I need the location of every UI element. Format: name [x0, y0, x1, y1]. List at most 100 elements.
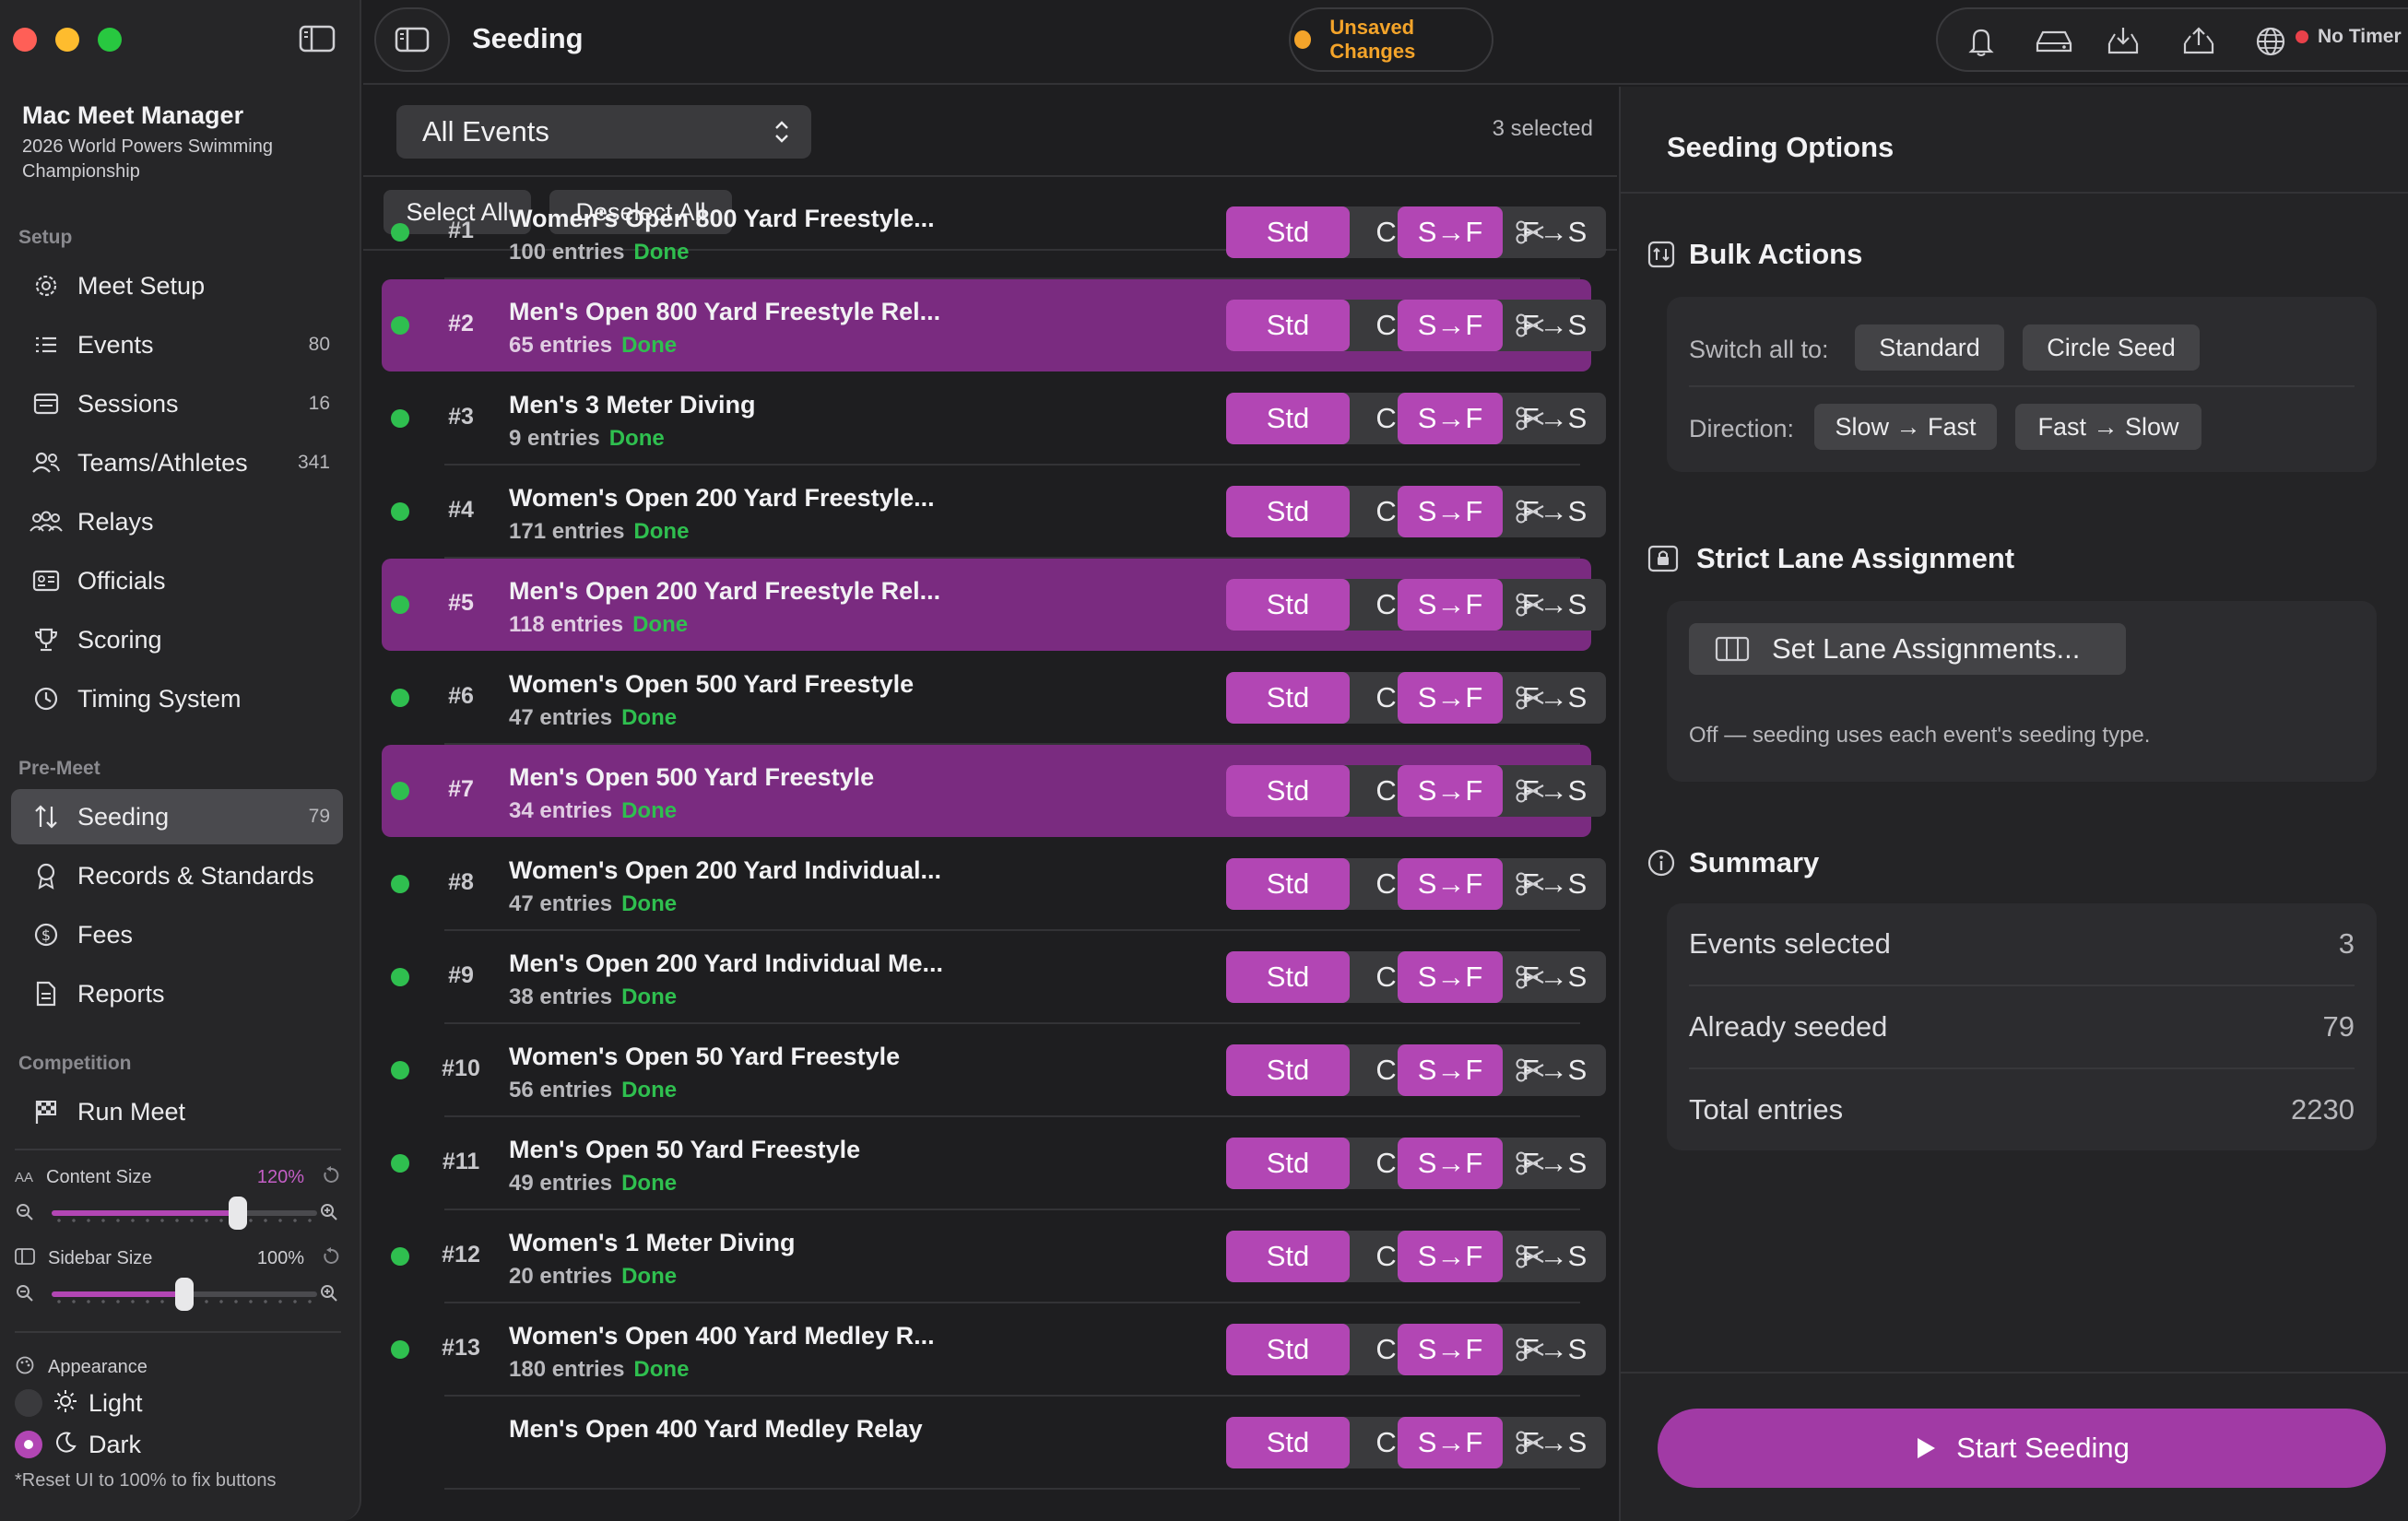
sidebar-item-records-standards[interactable]: Records & Standards	[11, 848, 343, 903]
content-size-slider[interactable]	[15, 1197, 341, 1230]
unsaved-changes-badge[interactable]: Unsaved Changes	[1289, 7, 1493, 72]
sidebar-item-timing-system[interactable]: Timing System	[11, 671, 343, 726]
seeding-direction-toggle[interactable]: S→F F→S	[1398, 1044, 1606, 1096]
seeding-direction-toggle[interactable]: S→F F→S	[1398, 486, 1606, 537]
scissors-icon[interactable]	[1514, 588, 1547, 621]
event-row[interactable]: #8 Women's Open 200 Yard Individual... 47 …	[382, 838, 1606, 931]
slow-to-fast-option[interactable]: S→F	[1398, 765, 1503, 817]
std-option[interactable]: Std	[1226, 765, 1350, 817]
seeding-direction-toggle[interactable]: S→F F→S	[1398, 579, 1606, 631]
scissors-icon[interactable]	[1514, 1426, 1547, 1459]
zoom-out-icon[interactable]	[15, 1283, 35, 1308]
slow-to-fast-option[interactable]: S→F	[1398, 1138, 1503, 1189]
disk-drive-icon[interactable]	[2030, 22, 2078, 61]
slow-to-fast-option[interactable]: S→F	[1398, 1417, 1503, 1468]
zoom-in-icon[interactable]	[319, 1283, 339, 1308]
event-row[interactable]: #4 Women's Open 200 Yard Freestyle... 171 …	[382, 466, 1606, 559]
dark-radio[interactable]	[15, 1431, 42, 1458]
seeding-direction-toggle[interactable]: S→F F→S	[1398, 300, 1606, 351]
std-option[interactable]: Std	[1226, 579, 1350, 631]
zoom-out-icon[interactable]	[15, 1202, 35, 1227]
scissors-icon[interactable]	[1514, 309, 1547, 342]
fast-to-slow-button[interactable]: Fast → Slow	[2015, 404, 2201, 450]
scissors-icon[interactable]	[1514, 216, 1547, 249]
slow-to-fast-option[interactable]: S→F	[1398, 206, 1503, 258]
export-tray-icon[interactable]	[2179, 22, 2218, 61]
appearance-dark-option[interactable]: Dark	[15, 1426, 141, 1463]
sidebar-item-seeding[interactable]: Seeding 79	[11, 789, 343, 844]
slow-to-fast-option[interactable]: S→F	[1398, 579, 1503, 631]
sidebar-size-slider[interactable]	[15, 1278, 341, 1311]
scissors-icon[interactable]	[1514, 961, 1547, 994]
event-row[interactable]: #12 Women's 1 Meter Diving 20 entries Done S…	[382, 1210, 1606, 1303]
seeding-direction-toggle[interactable]: S→F F→S	[1398, 951, 1606, 1003]
slow-to-fast-option[interactable]: S→F	[1398, 672, 1503, 724]
event-row[interactable]: #13 Women's Open 400 Yard Medley R... 180 …	[382, 1303, 1606, 1397]
seeding-direction-toggle[interactable]: S→F F→S	[1398, 858, 1606, 910]
scissors-icon[interactable]	[1514, 867, 1547, 901]
std-option[interactable]: Std	[1226, 858, 1350, 910]
slow-to-fast-option[interactable]: S→F	[1398, 1231, 1503, 1282]
seeding-direction-toggle[interactable]: S→F F→S	[1398, 672, 1606, 724]
event-row[interactable]: #9 Men's Open 200 Yard Individual Me... 38…	[382, 931, 1606, 1024]
scissors-icon[interactable]	[1514, 1333, 1547, 1366]
reset-sidebar-size-icon[interactable]	[321, 1246, 341, 1271]
std-option[interactable]: Std	[1226, 486, 1350, 537]
timer-status[interactable]: No Timer	[2296, 26, 2402, 48]
std-option[interactable]: Std	[1226, 393, 1350, 444]
event-row[interactable]: #11 Men's Open 50 Yard Freestyle 49 entrie…	[382, 1117, 1606, 1210]
sidebar-toggle-button[interactable]	[374, 7, 450, 72]
sidebar-item-run-meet[interactable]: Run Meet	[11, 1084, 343, 1139]
slider-track[interactable]	[52, 1278, 317, 1311]
std-option[interactable]: Std	[1226, 1044, 1350, 1096]
close-window-button[interactable]	[13, 28, 37, 52]
slow-to-fast-option[interactable]: S→F	[1398, 486, 1503, 537]
seeding-direction-toggle[interactable]: S→F F→S	[1398, 1417, 1606, 1468]
scissors-icon[interactable]	[1514, 1147, 1547, 1180]
switch-circle-seed-button[interactable]: Circle Seed	[2023, 324, 2200, 371]
slow-to-fast-button[interactable]: Slow → Fast	[1814, 404, 1997, 450]
std-option[interactable]: Std	[1226, 1231, 1350, 1282]
slow-to-fast-option[interactable]: S→F	[1398, 393, 1503, 444]
slider-thumb[interactable]	[228, 1197, 247, 1230]
zoom-window-button[interactable]	[98, 28, 122, 52]
std-option[interactable]: Std	[1226, 672, 1350, 724]
slider-track[interactable]	[52, 1197, 317, 1230]
seeding-direction-toggle[interactable]: S→F F→S	[1398, 393, 1606, 444]
sidebar-item-teams-athletes[interactable]: Teams/Athletes 341	[11, 435, 343, 490]
sidebar-item-meet-setup[interactable]: Meet Setup	[11, 258, 343, 313]
sidebar-item-scoring[interactable]: Scoring	[11, 612, 343, 667]
event-row[interactable]: #1 Women's Open 800 Yard Freestyle... 100 …	[382, 186, 1606, 279]
event-row[interactable]: Men's Open 400 Yard Medley RelayStdCircl…	[382, 1397, 1606, 1490]
sidebar-item-sessions[interactable]: Sessions 16	[11, 376, 343, 431]
minimize-window-button[interactable]	[55, 28, 79, 52]
std-option[interactable]: Std	[1226, 1324, 1350, 1375]
event-row[interactable]: #7 Men's Open 500 Yard Freestyle 34 entrie…	[382, 745, 1606, 837]
scissors-icon[interactable]	[1514, 774, 1547, 808]
slow-to-fast-option[interactable]: S→F	[1398, 300, 1503, 351]
bell-icon[interactable]	[1962, 22, 2001, 61]
std-option[interactable]: Std	[1226, 951, 1350, 1003]
scissors-icon[interactable]	[1514, 402, 1547, 435]
slow-to-fast-option[interactable]: S→F	[1398, 858, 1503, 910]
globe-icon[interactable]	[2251, 22, 2290, 61]
std-option[interactable]: Std	[1226, 1417, 1350, 1468]
sidebar-item-events[interactable]: Events 80	[11, 317, 343, 372]
appearance-light-option[interactable]: Light	[15, 1385, 143, 1421]
seeding-direction-toggle[interactable]: S→F F→S	[1398, 765, 1606, 817]
start-seeding-button[interactable]: Start Seeding	[1658, 1409, 2386, 1488]
scissors-icon[interactable]	[1514, 1054, 1547, 1087]
event-row[interactable]: #10 Women's Open 50 Yard Freestyle 56 entr…	[382, 1024, 1606, 1117]
event-row[interactable]: #3Men's 3 Meter Diving9 entriesDoneStdCi…	[382, 372, 1606, 466]
std-option[interactable]: Std	[1226, 1138, 1350, 1189]
event-row[interactable]: #5 Men's Open 200 Yard Freestyle Rel... 11…	[382, 559, 1606, 651]
event-filter-select[interactable]: All Events	[396, 105, 811, 159]
sidebar-toggle-icon[interactable]	[298, 22, 336, 55]
std-option[interactable]: Std	[1226, 206, 1350, 258]
event-row[interactable]: #6 Women's Open 500 Yard Freestyle 47 entr…	[382, 652, 1606, 745]
scissors-icon[interactable]	[1514, 681, 1547, 714]
seeding-direction-toggle[interactable]: S→F F→S	[1398, 1324, 1606, 1375]
zoom-in-icon[interactable]	[319, 1202, 339, 1227]
switch-standard-button[interactable]: Standard	[1855, 324, 2004, 371]
scissors-icon[interactable]	[1514, 495, 1547, 528]
